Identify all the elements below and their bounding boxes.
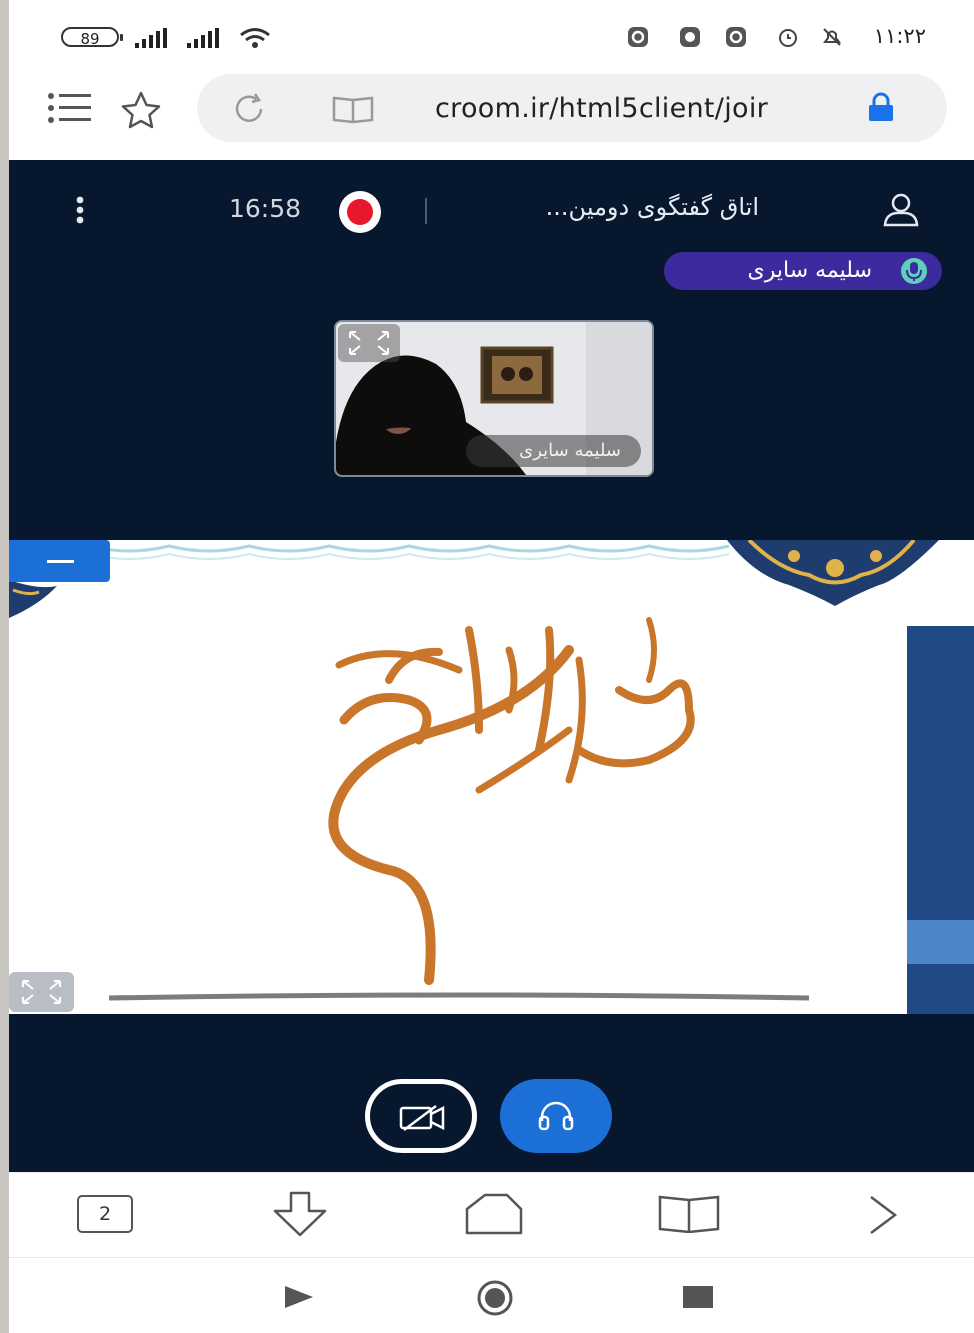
status-time: ۱۱:۲۲ xyxy=(873,24,926,48)
headphones-icon xyxy=(538,1101,574,1131)
wifi-icon xyxy=(240,28,270,48)
join-audio-button[interactable] xyxy=(500,1079,612,1153)
talking-user-name: سلیمه سایری xyxy=(747,258,872,283)
notification-app-icon xyxy=(628,27,648,47)
mute-icon xyxy=(823,28,841,46)
notification-app-icon xyxy=(726,27,746,47)
browser-address-bar: croom.ir/html5client/joir xyxy=(9,72,974,160)
star-icon[interactable] xyxy=(119,90,163,130)
notification-app-icon xyxy=(680,27,700,47)
hamburger-icon[interactable] xyxy=(47,92,93,124)
minimize-presentation-button[interactable] xyxy=(9,540,110,582)
back-triangle-icon[interactable] xyxy=(281,1282,317,1312)
toggle-video-button[interactable] xyxy=(365,1079,477,1153)
user-icon[interactable] xyxy=(881,192,921,228)
recents-square-icon[interactable] xyxy=(681,1284,717,1312)
minus-icon xyxy=(47,560,74,563)
meeting-timer: 16:58 xyxy=(229,194,302,223)
kebab-icon[interactable] xyxy=(74,196,86,226)
record-icon[interactable] xyxy=(336,188,384,236)
alarm-icon xyxy=(779,29,797,47)
book-icon[interactable] xyxy=(657,1193,721,1233)
book-icon[interactable] xyxy=(331,94,377,124)
meeting-area: 16:58 اتاق گفتگوی دومین... سلیمه سایری س… xyxy=(9,160,974,1172)
home-icon[interactable] xyxy=(463,1191,525,1237)
presentation-slide xyxy=(9,540,974,1014)
lock-icon[interactable] xyxy=(865,92,897,124)
home-circle-icon[interactable] xyxy=(470,1278,520,1318)
divider xyxy=(425,198,427,224)
fullscreen-icon[interactable] xyxy=(338,324,400,362)
url-text[interactable]: croom.ir/html5client/joir xyxy=(435,93,768,124)
room-title: اتاق گفتگوی دومین... xyxy=(545,193,759,221)
status-bar: 89 ۱۱:۲۲ xyxy=(9,0,974,72)
webcam-user-name: سلیمه سایری xyxy=(466,435,641,467)
battery-indicator: 89 xyxy=(61,27,123,48)
webcam-tile[interactable]: سلیمه سایری xyxy=(334,320,654,477)
forward-icon[interactable] xyxy=(865,1193,901,1237)
slide-image xyxy=(9,540,974,1014)
url-bar[interactable]: croom.ir/html5client/joir xyxy=(197,74,947,142)
mic-icon xyxy=(901,258,927,284)
reload-icon[interactable] xyxy=(231,92,269,126)
download-icon[interactable] xyxy=(267,1191,333,1237)
signal-icon xyxy=(187,28,227,48)
video-off-icon xyxy=(399,1105,445,1131)
browser-bottom-bar: 2 xyxy=(9,1172,974,1258)
tab-count-button[interactable]: 2 xyxy=(77,1195,133,1233)
signal-icon xyxy=(135,28,175,48)
talking-indicator: سلیمه سایری xyxy=(664,252,942,290)
system-navigation-bar xyxy=(9,1257,974,1333)
fullscreen-icon[interactable] xyxy=(9,972,74,1012)
phone-screen: 89 ۱۱:۲۲ croom.ir/html5client/joir 16:58… xyxy=(9,0,974,1333)
